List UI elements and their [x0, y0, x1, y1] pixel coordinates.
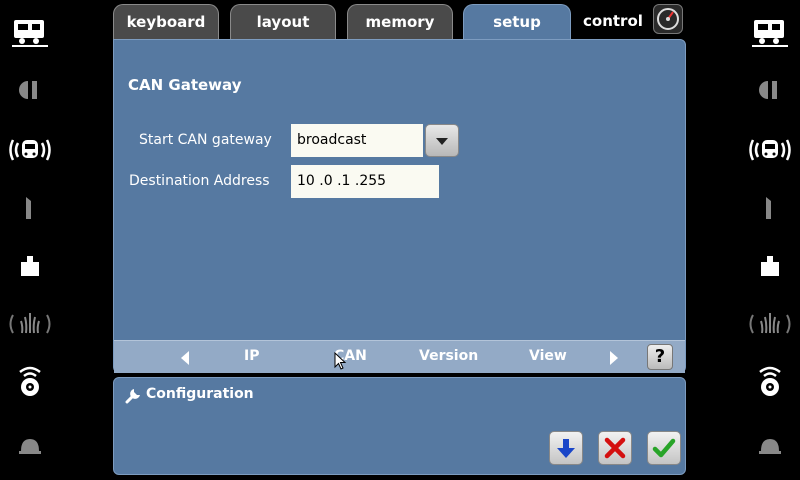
tab-setup[interactable]: setup [463, 4, 571, 41]
cancel-icon [604, 437, 626, 459]
prev-arrow-icon[interactable] [181, 351, 189, 365]
configuration-panel: Configuration [113, 377, 686, 475]
confirm-icon [652, 438, 676, 458]
weight-icon[interactable] [745, 246, 795, 286]
tab-memory[interactable]: memory [347, 4, 453, 40]
configuration-title: Configuration [146, 386, 254, 402]
can-gateway-panel: CAN Gateway Start CAN gateway broadcast … [113, 39, 686, 373]
mouse-cursor-icon [334, 352, 347, 370]
start-can-gateway-select[interactable]: broadcast [291, 124, 423, 157]
confirm-button[interactable] [647, 431, 681, 465]
chevron-down-icon [436, 138, 448, 145]
track-icon[interactable] [5, 188, 55, 228]
subnav-view[interactable]: View [529, 348, 567, 364]
download-icon [557, 439, 575, 458]
track-icon[interactable] [745, 188, 795, 228]
signal-icon[interactable] [745, 70, 795, 110]
destination-address-field[interactable]: 10 .0 .1 .255 [291, 165, 439, 198]
tab-keyboard[interactable]: keyboard [113, 4, 219, 40]
next-arrow-icon[interactable] [610, 351, 618, 365]
signal-icon[interactable] [5, 70, 55, 110]
wrench-icon [125, 389, 140, 404]
locomotive-icon[interactable] [5, 12, 55, 52]
bell-icon[interactable] [5, 424, 55, 464]
fountain-icon[interactable] [5, 304, 55, 344]
cancel-button[interactable] [598, 431, 632, 465]
sound-icon[interactable] [5, 360, 55, 400]
locomotive-icon[interactable] [745, 12, 795, 52]
sub-navigation: IP CAN Version View ? [114, 340, 685, 373]
start-can-gateway-label: Start CAN gateway [139, 132, 272, 148]
radio-loco-icon[interactable] [745, 130, 795, 170]
tab-control[interactable]: control [573, 4, 651, 40]
fountain-icon[interactable] [745, 304, 795, 344]
subnav-version[interactable]: Version [419, 348, 478, 364]
download-button[interactable] [549, 431, 583, 465]
bell-icon[interactable] [745, 424, 795, 464]
weight-icon[interactable] [5, 246, 55, 286]
right-sidebar [740, 0, 800, 480]
sound-icon[interactable] [745, 360, 795, 400]
tab-layout[interactable]: layout [230, 4, 336, 40]
left-sidebar [0, 0, 60, 480]
help-button[interactable]: ? [647, 344, 673, 370]
tachometer-icon[interactable] [653, 4, 683, 34]
radio-loco-icon[interactable] [5, 130, 55, 170]
dropdown-button[interactable] [425, 124, 459, 157]
subnav-ip[interactable]: IP [244, 348, 259, 364]
panel-title: CAN Gateway [128, 76, 242, 94]
destination-address-label: Destination Address [129, 173, 270, 189]
